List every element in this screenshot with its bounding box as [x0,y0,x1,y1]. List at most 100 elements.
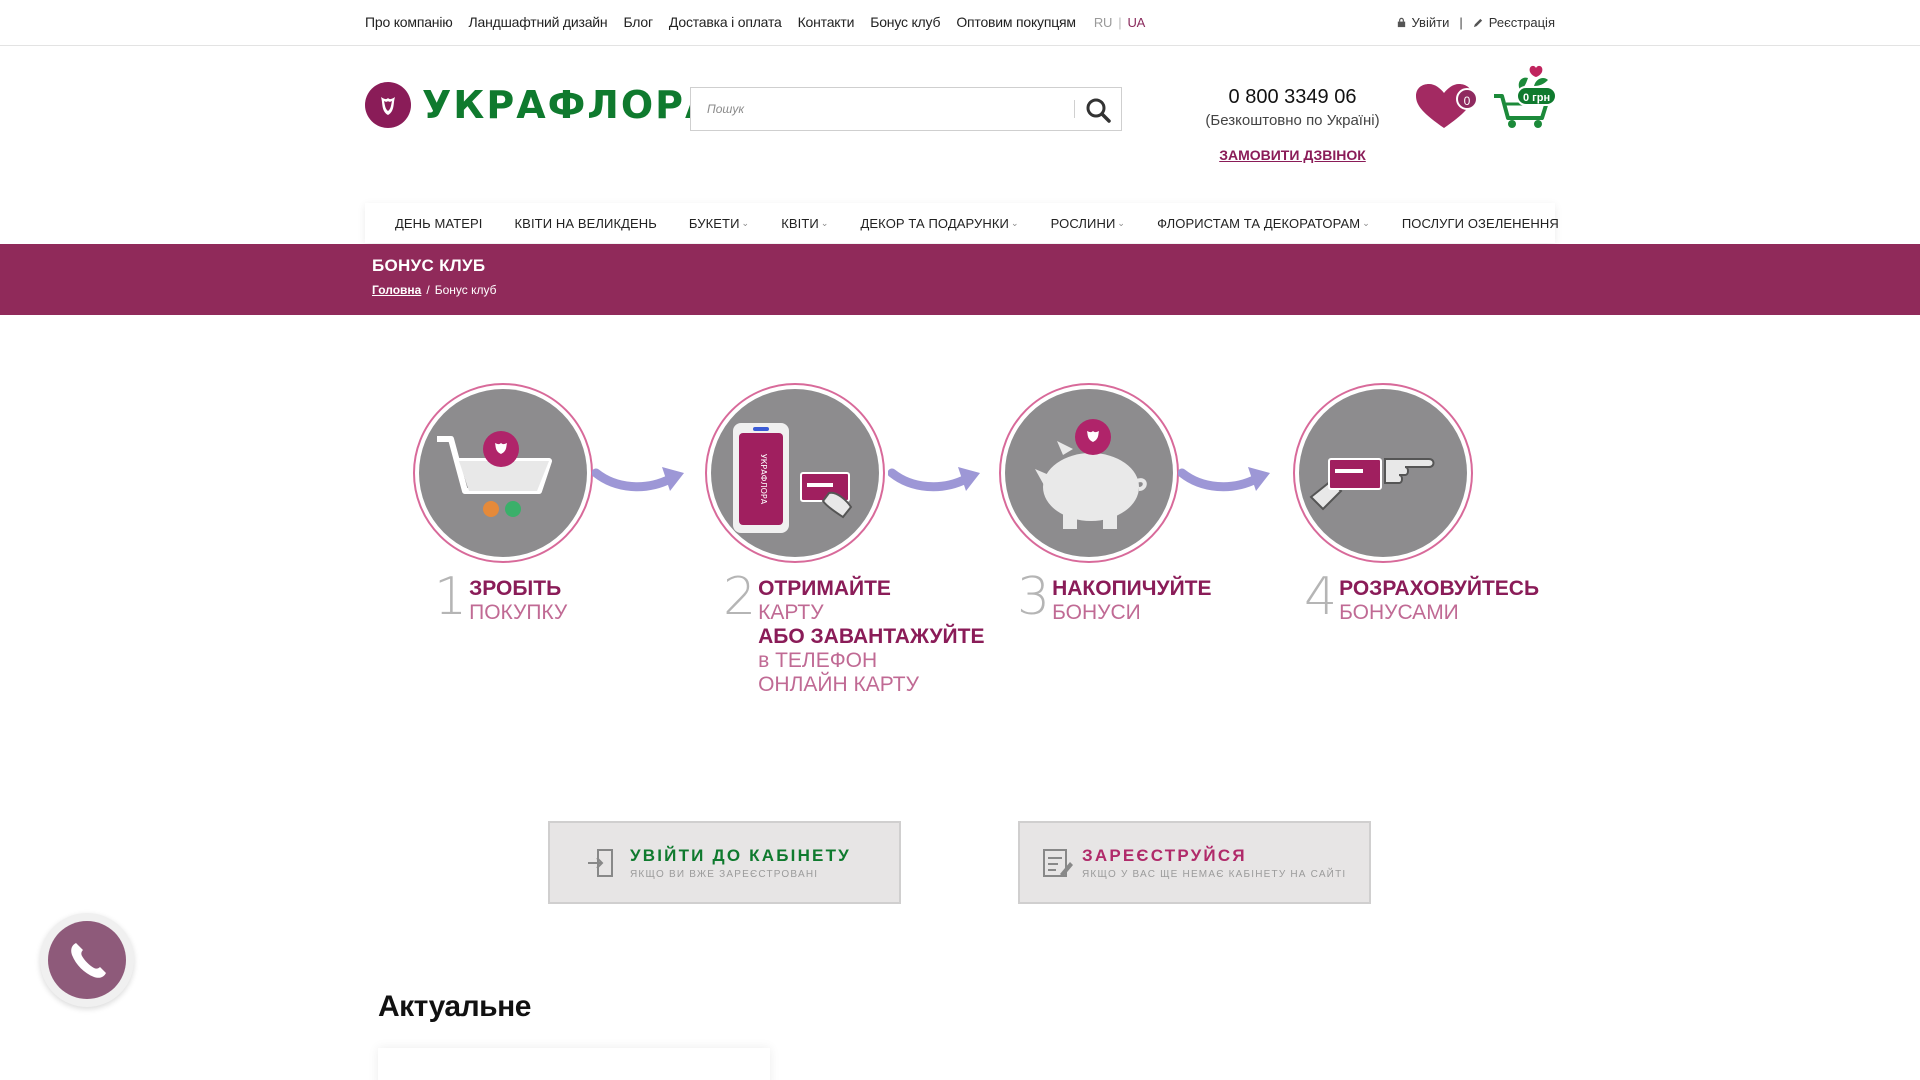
menu-label: КВІТИ НА ВЕЛИКДЕНЬ [514,215,657,231]
step-2-illustration: УКРАФЛОРА [705,383,885,563]
login-label: Увійти [1411,15,1450,30]
menu-item-landscaping-services[interactable]: ПОСЛУГИ ОЗЕЛЕНЕННЯ [1402,216,1559,231]
lang-ua[interactable]: UA [1127,15,1145,30]
step-3-illustration [999,383,1179,563]
menu-label: ФЛОРИСТАМ ТА ДЕКОРАТОРАМ [1157,215,1361,231]
step-subtitle: БОНУСИ [1052,601,1141,624]
top-link-wholesale[interactable]: Оптовим покупцям [956,14,1076,30]
page-banner: БОНУС КЛУБ Головна / Бонус клуб [0,244,1920,315]
section-title: Актуальне [378,990,531,1023]
top-link-delivery[interactable]: Доставка і оплата [669,14,782,30]
arrow-right-icon [592,467,684,492]
top-link-about[interactable]: Про компанію [365,14,453,30]
pencil-icon [1473,18,1482,28]
step-title-2: АБО ЗАВАНТАЖУЙТЕ [758,625,985,648]
menu-label: ДЕНЬ МАТЕРІ [395,215,483,231]
callback-link[interactable]: ЗАМОВИТИ ДЗВІНОК [1219,147,1366,163]
lang-separator: | [1118,14,1122,30]
register-link[interactable]: Реєстрація [1473,15,1555,30]
step-number: 3 [1017,567,1051,627]
search-input[interactable] [691,88,1071,130]
wishlist-button[interactable]: 0 [1414,82,1478,132]
site-logo[interactable]: УКРАФЛОРА [364,81,716,129]
floating-call-button[interactable] [40,913,134,1007]
login-door-icon [588,848,613,877]
register-label: Реєстрація [1488,15,1555,30]
step-2-circle-bg: УКРАФЛОРА [711,389,879,557]
main-menu: ДЕНЬ МАТЕРІ КВІТИ НА ВЕЛИКДЕНЬ БУКЕТИ ⌄ К… [365,203,1559,243]
step-3-text: 3 НАКОПИЧУЙТЕ БОНУСИ [1017,567,1212,627]
cart-button[interactable]: 0 грн [1490,62,1560,132]
menu-label: РОСЛИНИ [1050,215,1116,231]
top-link-contacts[interactable]: Контакти [798,14,855,30]
cart-icon [437,431,552,517]
auth-links: Увійти | Реєстрація [1396,15,1555,30]
step-subtitle-2: в ТЕЛЕФОН [758,649,878,672]
step-number: 2 [723,567,757,627]
top-nav: Про компанію Ландшафтний дизайн Блог Дос… [365,14,1145,30]
step-4-circle-bg [1299,389,1467,557]
lock-icon [1397,17,1405,28]
phone-note: (Безкоштовно по Україні) [1205,112,1380,129]
step-1-illustration [413,383,593,563]
step-2-text: 2 ОТРИМАЙТЕ КАРТУ АБО ЗАВАНТАЖУЙТЕ в ТЕЛ… [723,567,985,697]
login-cabinet-button[interactable]: УВІЙТИ ДО КАБІНЕТУ ЯКЩО ВИ ВЖЕ ЗАРЕЄСТРО… [548,821,901,904]
login-link[interactable]: Увійти [1396,15,1450,30]
chevron-down-icon: ⌄ [1362,217,1370,228]
menu-label: БУКЕТИ [688,215,740,231]
top-bar: Про компанію Ландшафтний дизайн Блог Дос… [0,0,1920,46]
step-4-illustration [1293,383,1473,563]
search-divider [1074,100,1075,118]
menu-label: ПОСЛУГИ ОЗЕЛЕНЕННЯ [1401,215,1559,231]
step-4-text: 4 РОЗРАХОВУЙТЕСЬ БОНУСАМИ [1304,567,1540,627]
chevron-down-icon: ⌄ [1010,217,1019,228]
phone-number[interactable]: 0 800 3349 06 [1180,86,1405,109]
top-link-landscape-design[interactable]: Ландшафтний дизайн [469,14,608,30]
menu-item-decor-gifts[interactable]: ДЕКОР ТА ПОДАРУНКИ ⌄ [861,216,1019,231]
phone-card-text: УКРАФЛОРА [759,454,768,505]
step-1-text: 1 ЗРОБІТЬ ПОКУПКУ [434,571,568,625]
login-cabinet-title: УВІЙТИ ДО КАБІНЕТУ [630,845,851,865]
menu-item-mothers-day[interactable]: ДЕНЬ МАТЕРІ [395,216,483,231]
register-button[interactable]: ЗАРЕЄСТРУЙСЯ ЯКЩО У ВАС ЩЕ НЕМАЄ КАБІНЕТ… [1018,821,1371,904]
logo-text: УКРАФЛОРА [422,83,717,127]
breadcrumb-separator: / [426,283,430,297]
menu-item-easter-flowers[interactable]: КВІТИ НА ВЕЛИКДЕНЬ [515,216,657,231]
step-title: ЗРОБІТЬ [469,577,562,600]
register-title: ЗАРЕЄСТРУЙСЯ [1082,845,1247,865]
login-cabinet-subtitle: ЯКЩО ВИ ВЖЕ ЗАРЕЄСТРОВАНІ [630,868,819,880]
step-subtitle: КАРТУ [758,601,824,624]
register-subtitle: ЯКЩО У ВАС ЩЕ НЕМАЄ КАБІНЕТУ НА САЙТІ [1082,868,1347,880]
page-title: БОНУС КЛУБ [372,256,486,275]
top-link-bonus-club[interactable]: Бонус клуб [870,14,940,30]
product-card[interactable] [378,1048,770,1080]
step-number: 4 [1304,567,1338,627]
step-1-circle-bg [419,389,587,557]
arrow-right-icon [1178,467,1270,492]
step-title: ОТРИМАЙТЕ [758,577,891,600]
breadcrumb: Головна / Бонус клуб [372,283,496,297]
contact-phone-block: 0 800 3349 06 (Безкоштовно по Україні) З… [1180,86,1405,165]
menu-label: КВІТИ [781,215,819,231]
card-payment-icon [1309,458,1435,511]
search-icon[interactable] [1085,97,1111,123]
registration-form-icon [1043,848,1073,877]
menu-item-plants[interactable]: РОСЛИНИ ⌄ [1051,216,1125,231]
lang-ru[interactable]: RU [1094,15,1113,30]
step-subtitle-3: ОНЛАЙН КАРТУ [758,673,919,696]
rose-logo-icon [365,82,411,128]
chevron-down-icon: ⌄ [1117,217,1126,228]
auth-separator: | [1459,15,1463,30]
top-link-blog[interactable]: Блог [623,14,653,30]
language-switcher: RU | UA [1094,14,1145,30]
menu-label: ДЕКОР ТА ПОДАРУНКИ [860,215,1009,231]
chevron-down-icon: ⌄ [741,217,750,228]
menu-item-bouquets[interactable]: БУКЕТИ ⌄ [689,216,749,231]
step-title: РОЗРАХОВУЙТЕСЬ [1339,577,1540,600]
search-box [690,87,1122,131]
menu-item-flowers[interactable]: КВІТИ ⌄ [781,216,828,231]
breadcrumb-home[interactable]: Головна [372,283,421,297]
step-subtitle: ПОКУПКУ [469,601,568,624]
menu-item-florists[interactable]: ФЛОРИСТАМ ТА ДЕКОРАТОРАМ ⌄ [1157,216,1370,231]
arrow-right-icon [888,467,980,492]
